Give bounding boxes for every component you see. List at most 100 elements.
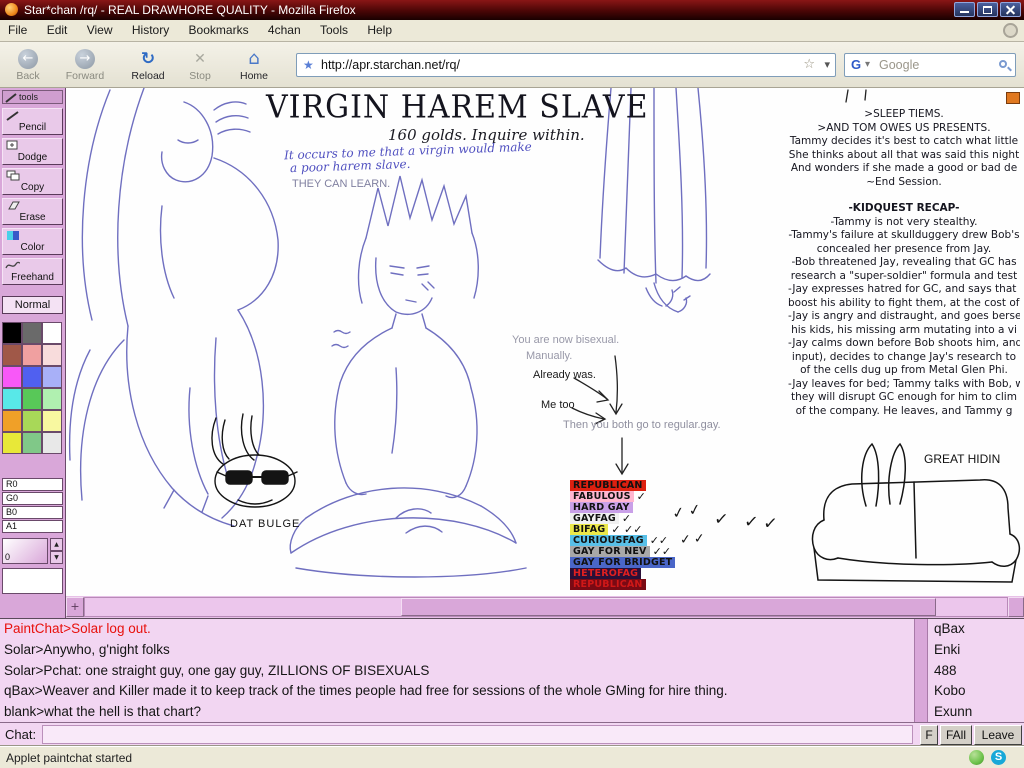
menu-4chan[interactable]: 4chan bbox=[260, 20, 309, 42]
user-list-item[interactable]: Kobo bbox=[928, 681, 1024, 702]
menu-help[interactable]: Help bbox=[359, 20, 400, 42]
paint-canvas[interactable]: VIRGIN HAREM SLAVE 160 golds. Inquire wi… bbox=[66, 88, 1024, 596]
recap-line: research a "super-soldier" formula and t… bbox=[788, 270, 1020, 284]
statusbar: Applet paintchat started S bbox=[0, 746, 1024, 768]
palette-swatch[interactable] bbox=[22, 366, 42, 388]
scrollbar-plus-button[interactable]: + bbox=[66, 597, 84, 617]
canvas-already-text: Already was. bbox=[533, 369, 596, 381]
palette-swatch[interactable] bbox=[22, 388, 42, 410]
search-box[interactable]: G ▾ Google bbox=[844, 53, 1016, 77]
palette-swatch[interactable] bbox=[42, 410, 62, 432]
menu-edit[interactable]: Edit bbox=[39, 20, 76, 42]
palette-swatch[interactable] bbox=[42, 322, 62, 344]
tool-color[interactable]: Color bbox=[2, 228, 63, 255]
user-list-item[interactable]: 488 bbox=[928, 661, 1024, 682]
opacity-slider[interactable]: 0 bbox=[2, 538, 48, 564]
paintchat-applet: tools Pencil Dodge Copy Erase Color bbox=[0, 88, 1024, 618]
menu-view[interactable]: View bbox=[79, 20, 121, 42]
recap-line: -Tammy's failure at skullduggery drew Bo… bbox=[788, 229, 1020, 243]
back-icon: ← bbox=[18, 49, 38, 69]
freehand-icon bbox=[5, 260, 21, 271]
palette-swatch[interactable] bbox=[22, 322, 42, 344]
search-placeholder[interactable]: Google bbox=[879, 54, 919, 76]
firefox-icon bbox=[5, 3, 18, 16]
close-button[interactable] bbox=[1000, 2, 1021, 17]
menu-file[interactable]: File bbox=[0, 20, 35, 42]
search-engine-dropdown-icon[interactable]: ▾ bbox=[865, 54, 870, 76]
scrollbar-track[interactable] bbox=[84, 597, 1008, 617]
channel-a[interactable]: A1 bbox=[2, 520, 63, 533]
palette-swatch[interactable] bbox=[2, 388, 22, 410]
tool-pencil[interactable]: Pencil bbox=[2, 108, 63, 135]
palette-swatch[interactable] bbox=[22, 432, 42, 454]
search-magnifier-icon[interactable] bbox=[999, 60, 1007, 68]
palette-swatch[interactable] bbox=[2, 344, 22, 366]
bookmark-star-icon[interactable]: ☆ bbox=[803, 54, 815, 76]
palette-swatch[interactable] bbox=[2, 410, 22, 432]
forward-button[interactable]: → Forward bbox=[54, 44, 116, 86]
navigation-toolbar: ← Back → Forward ↻ Reload ✕ Stop ⌂ Home … bbox=[0, 42, 1024, 88]
channel-r[interactable]: R0 bbox=[2, 478, 63, 491]
throbber-icon bbox=[1003, 23, 1018, 38]
user-list-item[interactable]: Enki bbox=[928, 640, 1024, 661]
channel-g[interactable]: G0 bbox=[2, 492, 63, 505]
palette-swatch[interactable] bbox=[2, 322, 22, 344]
palette-swatch[interactable] bbox=[22, 410, 42, 432]
palette-swatch[interactable] bbox=[42, 432, 62, 454]
palette-swatch[interactable] bbox=[42, 366, 62, 388]
url-dropdown-icon[interactable]: ▾ bbox=[824, 54, 830, 76]
canvas-bisexual-line1: You are now bisexual. bbox=[512, 334, 619, 346]
palette-swatch[interactable] bbox=[42, 388, 62, 410]
status-s-icon[interactable]: S bbox=[991, 750, 1006, 765]
menu-tools[interactable]: Tools bbox=[312, 20, 356, 42]
firefox-window: Star*chan /rq/ - REAL DRAWHORE QUALITY -… bbox=[0, 0, 1024, 768]
chat-line: blank>what the hell is that chart? bbox=[0, 702, 914, 723]
recap-line: She thinks about all that was said this … bbox=[788, 149, 1020, 163]
maximize-button[interactable] bbox=[977, 2, 998, 17]
chat-f-button[interactable]: F bbox=[920, 725, 938, 745]
chat-input[interactable] bbox=[42, 725, 913, 744]
scrollbar-thumb[interactable] bbox=[401, 598, 936, 616]
back-button[interactable]: ← Back bbox=[4, 44, 52, 86]
chart-row-label: GAY FOR NEV bbox=[570, 546, 650, 557]
user-list-item[interactable]: Exunn bbox=[928, 702, 1024, 723]
canvas-corner-widget[interactable] bbox=[1006, 92, 1020, 104]
chat-fall-button[interactable]: FAll bbox=[940, 725, 972, 745]
gay-chart: REPUBLICAN FABULOUS✓ HARD GAY GAYFAG✓ BI… bbox=[570, 480, 678, 590]
address-bar[interactable]: ★ http://apr.starchan.net/rq/ ☆ ▾ bbox=[296, 53, 836, 77]
channel-b[interactable]: B0 bbox=[2, 506, 63, 519]
palette-swatch[interactable] bbox=[2, 432, 22, 454]
tool-copy[interactable]: Copy bbox=[2, 168, 63, 195]
forward-icon: → bbox=[75, 49, 95, 69]
status-green-icon[interactable] bbox=[969, 750, 984, 765]
session-recap: >SLEEP TIEMS. >AND TOM OWES US PRESENTS.… bbox=[788, 108, 1020, 418]
chart-row-label: FABULOUS bbox=[570, 491, 634, 502]
palette-swatch[interactable] bbox=[2, 366, 22, 388]
blend-mode-select[interactable]: Normal bbox=[2, 296, 63, 314]
palette-swatch[interactable] bbox=[42, 344, 62, 366]
canvas-hscrollbar[interactable]: + bbox=[66, 596, 1024, 618]
chat-leave-button[interactable]: Leave bbox=[974, 725, 1022, 745]
reload-button[interactable]: ↻ Reload bbox=[122, 44, 174, 86]
scrollbar-corner bbox=[1008, 597, 1024, 617]
spin-up-button[interactable]: ▲ bbox=[50, 538, 63, 551]
tool-erase[interactable]: Erase bbox=[2, 198, 63, 225]
minimize-button[interactable] bbox=[954, 2, 975, 17]
spin-down-button[interactable]: ▼ bbox=[50, 551, 63, 564]
chat-scrollbar[interactable] bbox=[914, 619, 928, 723]
tool-freehand[interactable]: Freehand bbox=[2, 258, 63, 285]
canvas-metoo-text: Me too bbox=[541, 399, 575, 411]
chat-log[interactable]: PaintChat>Solar log out. Solar>Anywho, g… bbox=[0, 619, 914, 723]
back-label: Back bbox=[16, 70, 39, 82]
menu-history[interactable]: History bbox=[124, 20, 177, 42]
tools-panel-title: tools bbox=[19, 92, 38, 102]
recap-line: -Jay leaves for bed; Tammy talks with Bo… bbox=[788, 378, 1020, 392]
home-button[interactable]: ⌂ Home bbox=[228, 44, 280, 86]
user-list-item[interactable]: qBax bbox=[928, 619, 1024, 640]
stop-button[interactable]: ✕ Stop bbox=[178, 44, 222, 86]
tool-dodge[interactable]: Dodge bbox=[2, 138, 63, 165]
stop-icon: ✕ bbox=[194, 49, 206, 69]
url-text[interactable]: http://apr.starchan.net/rq/ bbox=[321, 54, 460, 76]
palette-swatch[interactable] bbox=[22, 344, 42, 366]
menu-bookmarks[interactable]: Bookmarks bbox=[181, 20, 257, 42]
